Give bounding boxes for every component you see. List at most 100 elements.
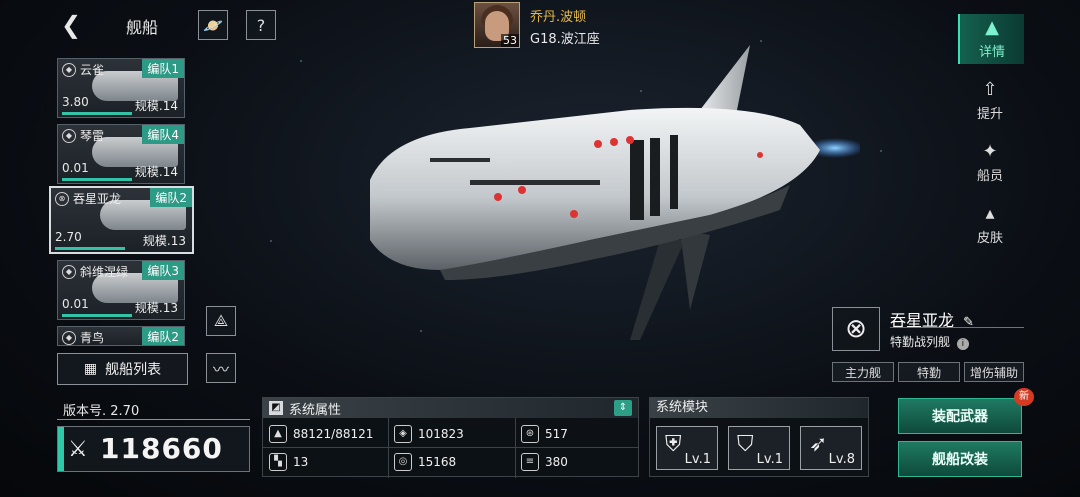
role-tag: 增伤辅助 xyxy=(964,362,1024,382)
attr-value: 380 xyxy=(545,455,568,469)
tab-upgrade[interactable]: ⇧ 提升 xyxy=(958,76,1022,126)
module-slot[interactable]: ⛨ Lv.1 xyxy=(656,426,718,470)
question-icon: ? xyxy=(256,15,266,35)
ship-card[interactable]: ◆ 琴雷 编队4 0.01 规模.14 xyxy=(57,124,185,184)
system-attributes-panel: ◩ 系统属性 ⇕ ▲ 88121/88121 ◈ 101823 ⊛ 517 ▚ … xyxy=(262,397,639,478)
modules-title: 系统模块 xyxy=(650,398,868,418)
ship-class-icon: ⊗ xyxy=(832,307,880,351)
ship-list-label: 舰船列表 xyxy=(105,362,162,378)
combat-power-value: 118660 xyxy=(100,432,223,465)
ship-card-bar xyxy=(55,247,125,250)
back-button[interactable]: ❮ xyxy=(58,11,84,39)
chevron-left-icon: ❮ xyxy=(60,11,82,39)
crew-icon: ✦ xyxy=(982,140,998,162)
module-level: Lv.1 xyxy=(684,452,711,467)
equip-weapons-button[interactable]: 装配武器 xyxy=(898,398,1022,434)
upgrade-icon: ⇧ xyxy=(982,78,998,100)
ship-card-version: 3.80 xyxy=(62,95,89,109)
tab-label: 皮肤 xyxy=(976,230,1003,246)
missile-module-icon: ➶ xyxy=(809,432,828,457)
ship-card-name: 青鸟 xyxy=(80,331,105,345)
star xyxy=(300,60,302,62)
ship-type-icon: ◆ xyxy=(62,331,76,345)
attr-value: 101823 xyxy=(418,427,464,441)
broken-shield-module-icon: ⛉ xyxy=(737,432,754,457)
attr-divider xyxy=(263,447,638,448)
version-divider xyxy=(57,419,250,420)
fleet-tag: 编队4 xyxy=(142,125,184,144)
attr-value: 88121/88121 xyxy=(293,427,374,441)
avatar[interactable]: 53 xyxy=(474,2,520,48)
role-tag: 主力舰 xyxy=(832,362,894,382)
armor-icon: ◈ xyxy=(394,425,412,443)
star xyxy=(270,240,272,242)
ship-card-selected[interactable]: ⊗ 吞星亚龙 编队2 2.70 规模.13 xyxy=(49,186,194,254)
attr-hull: ▲ 88121/88121 xyxy=(269,421,373,447)
hull-icon: ▲ xyxy=(269,425,287,443)
ship-card-scale: 规模.14 xyxy=(134,99,178,113)
module-level: Lv.8 xyxy=(828,452,855,467)
role-tag: 特勤 xyxy=(898,362,960,382)
tab-crew[interactable]: ✦ 船员 xyxy=(958,138,1022,188)
ship-type-icon: ◆ xyxy=(62,63,76,77)
tab-skins[interactable]: ▴ 皮肤 xyxy=(958,200,1022,250)
ship-card-bar xyxy=(62,314,132,317)
commander-location: G18.波江座 xyxy=(530,32,600,47)
signal-button[interactable]: 〰 xyxy=(206,353,236,383)
attributes-header-icon: ◩ xyxy=(269,401,283,415)
planet-button[interactable]: 🪐 xyxy=(198,10,228,40)
new-badge: 新 xyxy=(1014,388,1034,406)
attr-value: 517 xyxy=(545,427,568,441)
page-title: 舰船 xyxy=(126,18,159,37)
ship-card-scale: 规模.13 xyxy=(134,301,178,315)
ship-list-button[interactable]: ▦ 舰船列表 xyxy=(57,353,188,385)
fleet-tag: 编队1 xyxy=(142,59,184,78)
attr-speed: ≡ 380 xyxy=(521,449,568,475)
ship-card-name: 云雀 xyxy=(80,63,105,77)
version-label: 版本号. 2.70 xyxy=(63,404,140,419)
shield-icon: ⊛ xyxy=(521,425,539,443)
attr-armor: ◈ 101823 xyxy=(394,421,464,447)
ship-card[interactable]: ◆ 青鸟 编队2 xyxy=(57,326,185,346)
crosshair-icon: ⊗ xyxy=(55,192,69,206)
ship-card[interactable]: ◆ 云雀 编队1 3.80 规模.14 xyxy=(57,58,185,118)
crossed-swords-icon: ⚔ xyxy=(68,437,88,462)
module-level: Lv.1 xyxy=(756,452,783,467)
tab-label: 详情 xyxy=(978,44,1005,60)
attr-shield: ⊛ 517 xyxy=(521,421,568,447)
system-modules-panel: 系统模块 ⛨ Lv.1 ⛉ Lv.1 ➶ Lv.8 xyxy=(649,397,869,477)
tab-details[interactable]: ▲ 详情 xyxy=(958,14,1024,64)
ship-modify-button[interactable]: 舰船改装 xyxy=(898,441,1022,477)
ship-card-version: 2.70 xyxy=(55,230,82,244)
help-button[interactable]: ? xyxy=(246,10,276,40)
attr-target: ◎ 15168 xyxy=(394,449,456,475)
target-icon: ◎ xyxy=(394,453,412,471)
attributes-title: 系统属性 xyxy=(289,402,342,418)
fleet-tag: 编队3 xyxy=(142,261,184,280)
ship-class: 特勤战列舰 i xyxy=(890,333,969,350)
grid-icon: ▚ xyxy=(269,453,287,471)
skin-icon: ▴ xyxy=(985,202,995,224)
combat-power: ⚔ 118660 xyxy=(57,426,250,472)
ship-card[interactable]: ◆ 斜维涅绿 编队3 0.01 规模.13 xyxy=(57,260,185,320)
attr-grid: ▚ 13 xyxy=(269,449,308,475)
info-icon[interactable]: i xyxy=(956,338,969,350)
triangle-emblem-icon: ⟁ xyxy=(213,311,229,330)
ship-card-name: 吞星亚龙 xyxy=(73,192,122,206)
ship-type-icon: ◆ xyxy=(62,129,76,143)
module-slot[interactable]: ⛉ Lv.1 xyxy=(728,426,790,470)
commander-name: 乔丹.波顿 xyxy=(530,10,587,25)
star xyxy=(880,150,882,152)
ship-card-version: 0.01 xyxy=(62,297,89,311)
module-slot[interactable]: ➶ Lv.8 xyxy=(800,426,862,470)
planet-icon: 🪐 xyxy=(203,15,223,35)
expand-toggle-icon[interactable]: ⇕ xyxy=(614,400,632,416)
fleet-formation-button[interactable]: ⟁ xyxy=(206,306,236,336)
ship-card-bar xyxy=(62,178,132,181)
ship-card-name: 斜维涅绿 xyxy=(80,265,129,279)
fleet-tag: 编队2 xyxy=(142,327,184,345)
ship-card-name: 琴雷 xyxy=(80,129,105,143)
tab-label: 提升 xyxy=(976,106,1003,122)
waveform-icon: 〰 xyxy=(212,360,229,379)
ship-card-scale: 规模.14 xyxy=(134,165,178,179)
